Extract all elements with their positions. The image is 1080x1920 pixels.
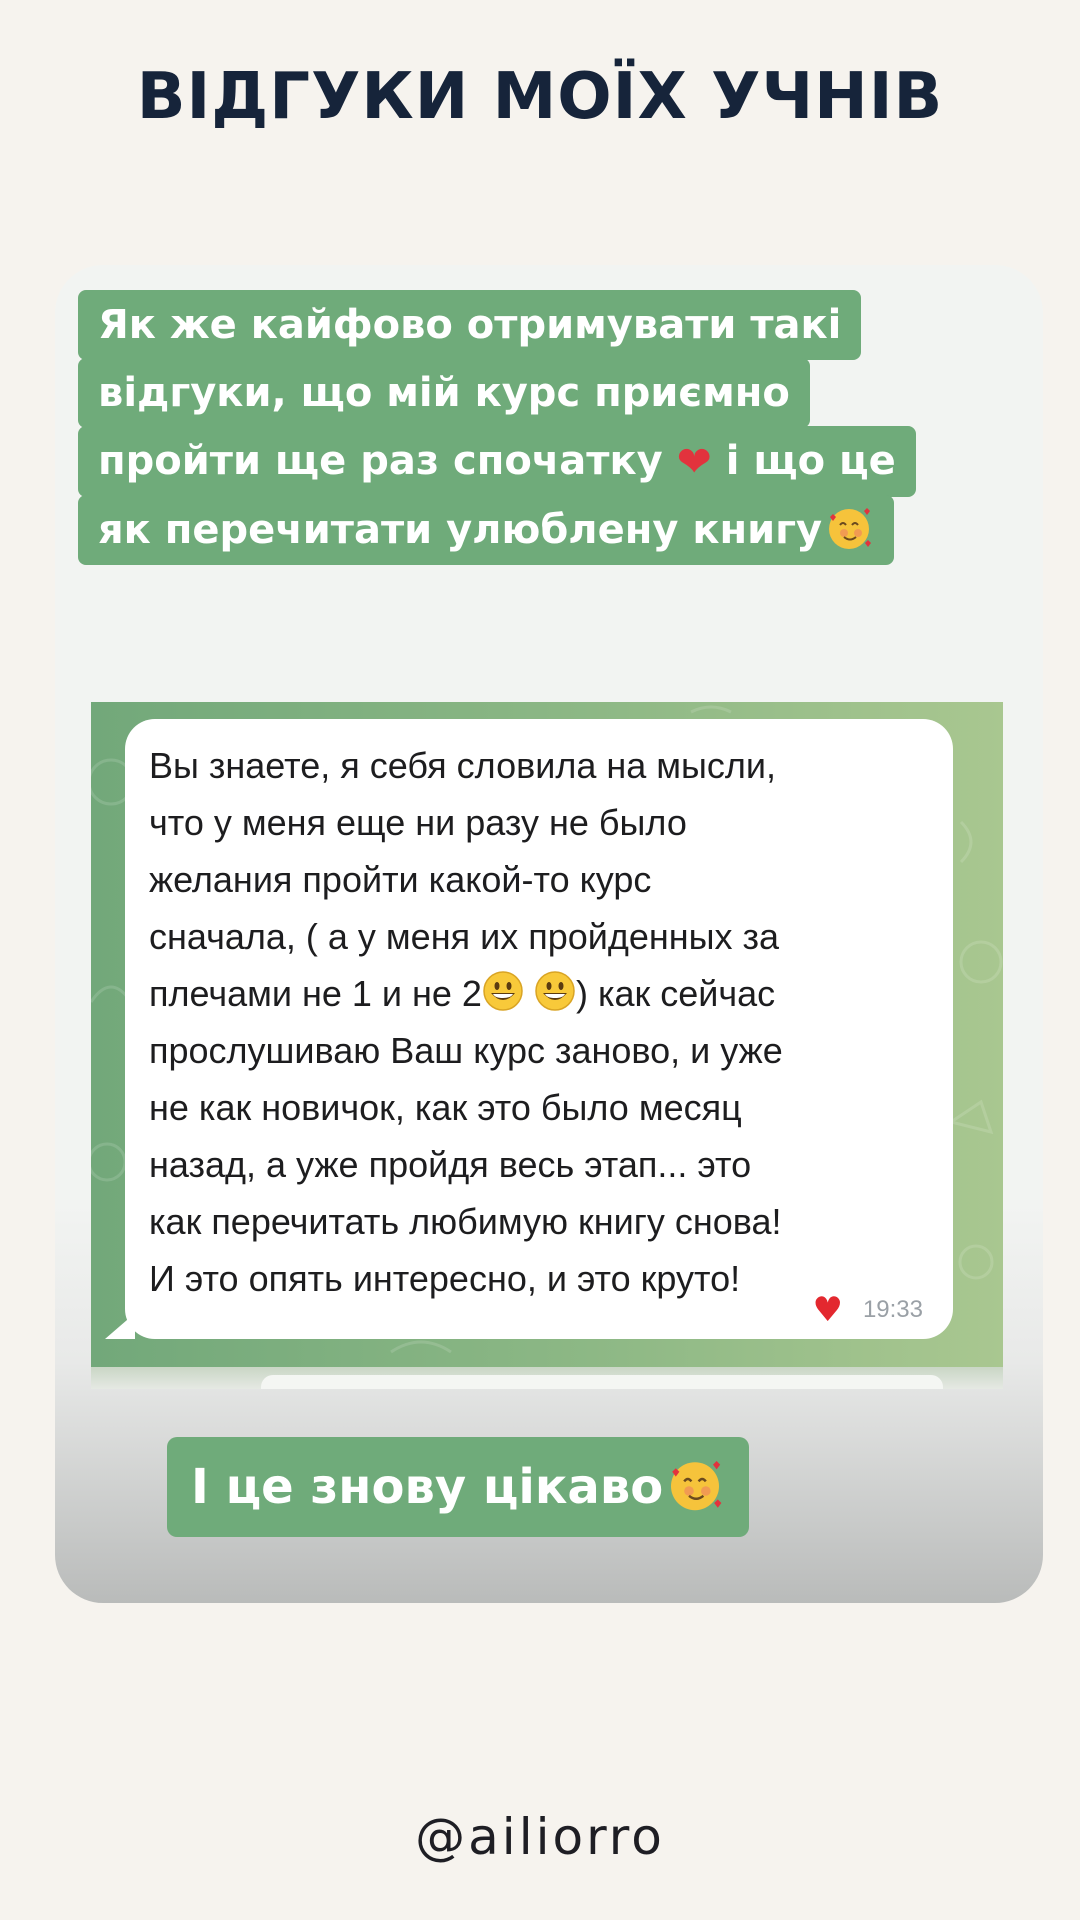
caption-text: Як же кайфово отримувати такі (98, 302, 842, 348)
next-message-edge (91, 1367, 1003, 1389)
review-card: Як же кайфово отримувати такі відгуки, щ… (55, 265, 1043, 1603)
bottom-caption-text: І це знову цікаво (191, 1459, 664, 1515)
caption-line-1: Як же кайфово отримувати такі (78, 290, 862, 360)
message-line: Вы знаете, я себя словила на мысли, (149, 745, 777, 786)
bubble-tail (105, 1313, 135, 1339)
grinning-face-icon (483, 971, 523, 1011)
message-line: как перечитать любимую книгу снова! (149, 1201, 782, 1242)
message-line: не как новичок, как это было месяц (149, 1087, 742, 1128)
caption-text: відгуки, що мій курс приємно (98, 370, 790, 416)
message-text-part: плечами не 1 и не 2 (149, 973, 482, 1014)
red-heart-icon: ❤ (676, 437, 712, 486)
caption-line-3: пройти ще раз спочатку ❤ і що це (78, 426, 916, 497)
caption-line-2: відгуки, що мій курс приємно (78, 358, 810, 428)
message-line: сначала, ( а у меня их пройденных за (149, 916, 780, 957)
message-line: прослушиваю Ваш курс заново, и уже (149, 1030, 783, 1071)
caption-text: пройти ще раз спочатку (98, 438, 663, 484)
caption-line-4: як перечитати улюблену книгу (78, 495, 895, 565)
smiling-face-with-hearts-icon (829, 508, 872, 549)
message-timestamp: 19:33 (862, 1296, 923, 1323)
bottom-caption-highlight: І це знову цікаво (167, 1437, 750, 1537)
chat-screenshot: Вы знаете, я себя словила на мысли, что … (91, 702, 1003, 1367)
caption-highlight: Як же кайфово отримувати такі відгуки, щ… (78, 290, 1018, 565)
page-title: ВІДГУКИ МОЇХ УЧНІВ (136, 60, 944, 134)
smiling-face-with-hearts-icon (671, 1461, 722, 1511)
message-text: Вы знаете, я себя словила на мысли, что … (149, 737, 949, 1307)
message-line: назад, а уже пройдя весь этап... это (149, 1144, 752, 1185)
message-line: что у меня еще ни разу не было (149, 802, 687, 843)
message-line: желания пройти какой-то курс (149, 859, 652, 900)
reaction-heart-icon[interactable]: ♥ (812, 1293, 842, 1327)
caption-text: і що це (725, 438, 896, 484)
message-text-part: ) как сейчас (575, 973, 776, 1014)
message-line-with-emoji: плечами не 1 и не 2 ) как сейчас (149, 965, 949, 1022)
incoming-message-bubble: Вы знаете, я себя словила на мысли, что … (105, 719, 953, 1339)
caption-text: як перечитати улюблену книгу (98, 507, 823, 553)
author-handle[interactable]: @ailiorro (0, 1808, 1080, 1866)
message-meta: ♥ 19:33 (812, 1293, 923, 1327)
grinning-face-icon (535, 971, 575, 1011)
